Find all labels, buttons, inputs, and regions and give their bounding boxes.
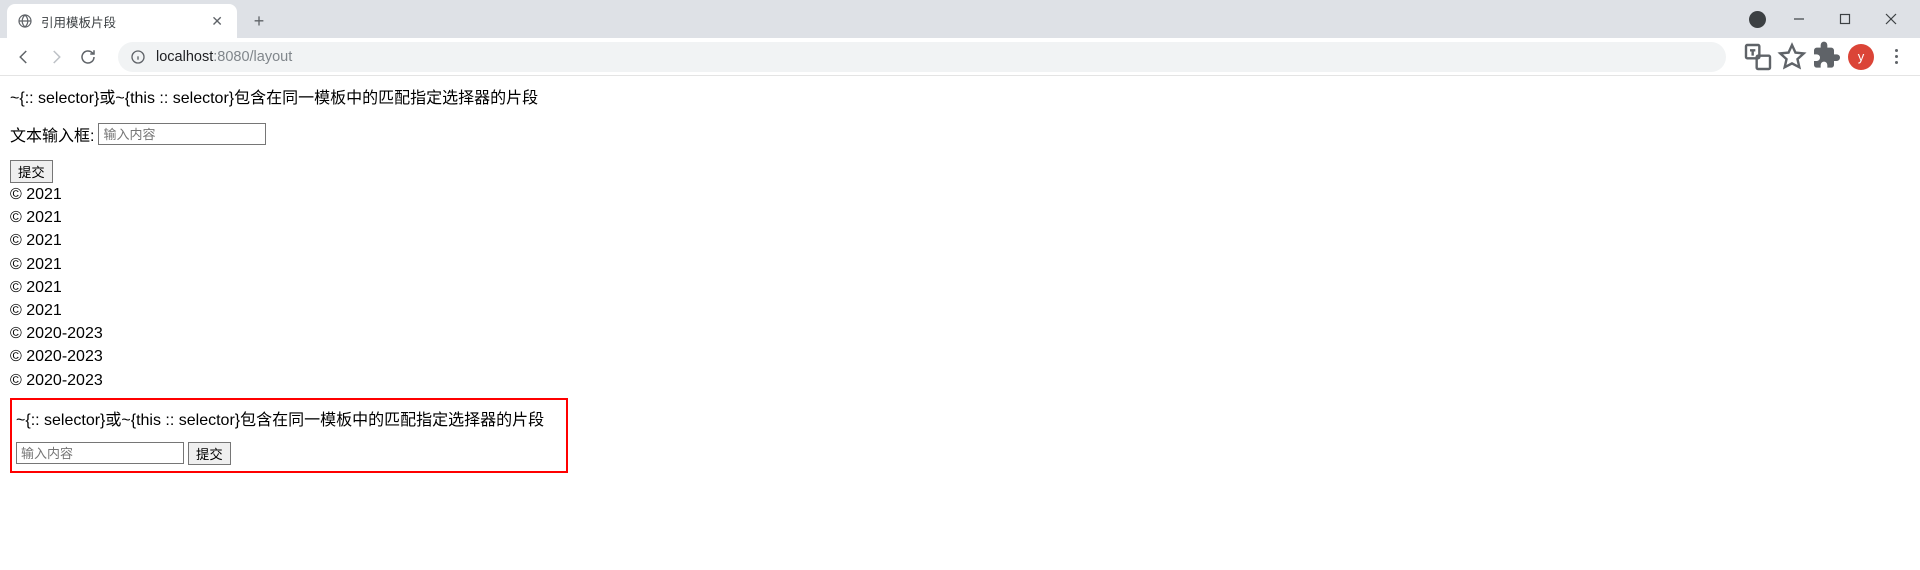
address-bar[interactable]: localhost:8080/layout — [118, 42, 1726, 72]
copyright-line: © 2021 — [10, 253, 1910, 276]
page-content: ~{:: selector}或~{this :: selector}包含在同一模… — [0, 76, 1920, 481]
submit-button[interactable]: 提交 — [10, 160, 53, 183]
reload-button[interactable] — [72, 41, 104, 73]
translate-icon[interactable] — [1742, 41, 1774, 73]
back-button[interactable] — [8, 41, 40, 73]
input-label: 文本输入框: — [10, 122, 94, 146]
copyright-line: © 2021 — [10, 276, 1910, 299]
highlighted-fragment: ~{:: selector}或~{this :: selector}包含在同一模… — [10, 398, 568, 473]
forward-button[interactable] — [40, 41, 72, 73]
window-controls — [1749, 0, 1920, 38]
minimize-button[interactable] — [1776, 3, 1822, 35]
copyright-list: © 2021© 2021© 2021© 2021© 2021© 2021© 20… — [10, 183, 1910, 392]
copyright-line: © 2021 — [10, 299, 1910, 322]
tab-title: 引用模板片段 — [41, 12, 207, 31]
fragment-submit-button[interactable]: 提交 — [188, 442, 231, 465]
form-row: 文本输入框: — [10, 122, 1910, 146]
url-path: :8080/layout — [213, 49, 292, 65]
text-input[interactable] — [98, 123, 266, 145]
tab-close-icon[interactable]: ✕ — [207, 13, 227, 30]
copyright-line: © 2020-2023 — [10, 322, 1910, 345]
extensions-icon[interactable] — [1810, 41, 1842, 73]
close-window-button[interactable] — [1868, 3, 1914, 35]
new-tab-button[interactable]: + — [245, 7, 273, 35]
fragment-text-input[interactable] — [16, 442, 184, 464]
chrome-menu-button[interactable] — [1880, 49, 1912, 64]
browser-tab-strip: 引用模板片段 ✕ + — [0, 0, 1920, 38]
copyright-line: © 2021 — [10, 183, 1910, 206]
copyright-line: © 2021 — [10, 229, 1910, 252]
browser-tab[interactable]: 引用模板片段 ✕ — [7, 4, 237, 38]
bookmark-icon[interactable] — [1776, 41, 1808, 73]
fragment-form-row: 提交 — [16, 442, 562, 465]
copyright-line: © 2021 — [10, 206, 1910, 229]
globe-icon — [17, 13, 33, 29]
account-indicator-icon[interactable] — [1749, 11, 1766, 28]
fragment-heading: ~{:: selector}或~{this :: selector}包含在同一模… — [16, 406, 562, 430]
maximize-button[interactable] — [1822, 3, 1868, 35]
profile-avatar[interactable]: y — [1848, 44, 1874, 70]
toolbar-actions: y — [1736, 41, 1912, 73]
page-heading: ~{:: selector}或~{this :: selector}包含在同一模… — [10, 84, 1910, 108]
site-info-icon[interactable] — [130, 49, 146, 65]
browser-toolbar: localhost:8080/layout y — [0, 38, 1920, 76]
url-host: localhost — [156, 49, 213, 65]
avatar-letter: y — [1858, 49, 1865, 64]
copyright-line: © 2020-2023 — [10, 345, 1910, 368]
copyright-line: © 2020-2023 — [10, 369, 1910, 392]
